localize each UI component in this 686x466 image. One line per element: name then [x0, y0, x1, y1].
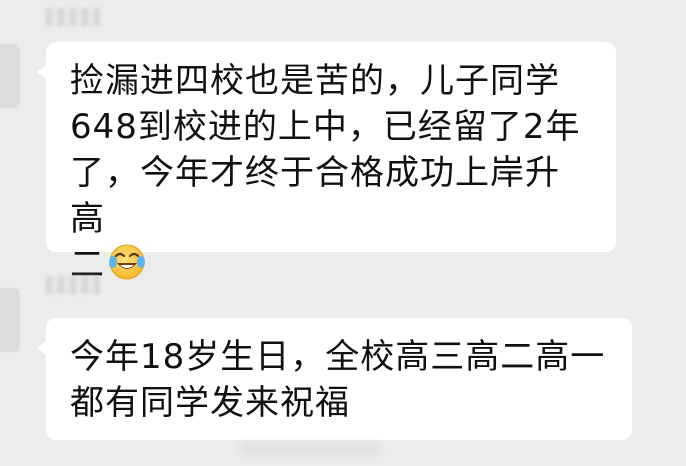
- message-bubble[interactable]: 今年18岁生日，全校高三高二高一 都有同学发来祝福: [37, 318, 632, 440]
- sender-name-blurred: [46, 8, 100, 26]
- laughing-crying-emoji-icon: [109, 244, 145, 280]
- sender-name-blurred: [46, 276, 100, 294]
- message-bubble[interactable]: 捡漏进四校也是苦的，儿子同学 648到校进的上中，已经留了2年 了，今年才终于合…: [37, 42, 616, 285]
- message-text: 捡漏进四校也是苦的，儿子同学 648到校进的上中，已经留了2年 了，今年才终于合…: [70, 61, 581, 285]
- message-text: 今年18岁生日，全校高三高二高一 都有同学发来祝福: [70, 337, 606, 423]
- sender-avatar[interactable]: [0, 288, 20, 352]
- blurred-region: [240, 442, 380, 456]
- sender-avatar[interactable]: [0, 44, 20, 108]
